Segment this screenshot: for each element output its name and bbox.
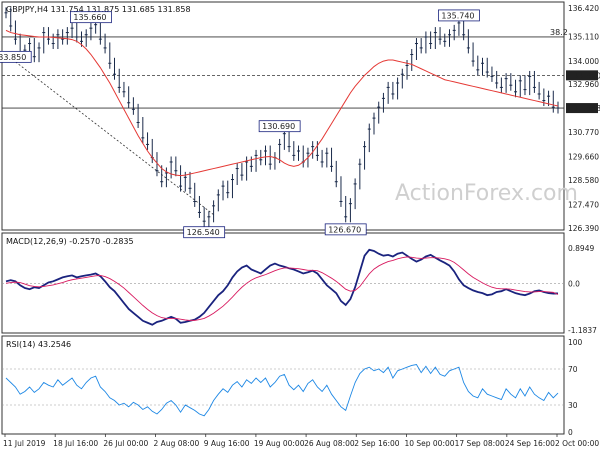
price-y-tick: 127.470: [568, 200, 599, 209]
x-tick-label: 18 Jul 16:00: [53, 439, 98, 448]
macd-series-macd: [5, 248, 559, 326]
x-tick-label: 10 Sep 00:00: [404, 439, 454, 448]
resistance-label: 133.350: [568, 71, 600, 80]
price-annotation: 135.740: [441, 11, 474, 20]
trendline: [5, 54, 214, 215]
rsi-panel-title: RSI(14) 43.2546: [6, 340, 71, 349]
price-y-tick: 134.000: [568, 57, 599, 66]
price-y-tick: 135.110: [568, 33, 599, 42]
macd-y-tick: 0.8949: [568, 244, 594, 253]
price-annotation: 126.670: [328, 225, 361, 234]
x-tick-label: 17 Sep 08:00: [455, 439, 505, 448]
x-tick-label: 11 Jul 2019: [3, 439, 46, 448]
x-tick-label: 2 Oct 00:00: [555, 439, 599, 448]
macd-layer: [2, 248, 564, 326]
rsi-y-tick: 70: [568, 365, 578, 374]
x-tick-label: 9 Aug 16:00: [204, 439, 250, 448]
macd-panel-title: MACD(12,26,9) -0.2570 -0.2835: [6, 237, 134, 246]
price-y-tick: 128.580: [568, 176, 599, 185]
x-tick-label: 2 Aug 08:00: [154, 439, 200, 448]
fib-label: 38.2: [550, 28, 568, 37]
price-y-tick: 129.660: [568, 152, 599, 161]
price-annotation: 126.540: [187, 228, 220, 237]
chart-svg: ActionForex.com GBPJPY,H4 131.754 131.87…: [0, 1, 600, 448]
chart-root: ActionForex.com GBPJPY,H4 131.754 131.87…: [0, 0, 600, 450]
rsi-panel-frame: [1, 335, 565, 435]
moving-average-line: [5, 29, 559, 177]
x-tick-label: 26 Aug 08:00: [304, 439, 355, 448]
price-annotation: 130.690: [262, 122, 295, 131]
x-tick-label: 19 Aug 00:00: [254, 439, 305, 448]
x-tick-label: 2 Sep 16:00: [354, 439, 400, 448]
rsi-y-tick: 100: [568, 338, 583, 347]
price-y-tick: 126.390: [568, 224, 599, 233]
axis-layer: 136.420 135.110 134.000 132.960 131.858 130.7…: [3, 4, 600, 448]
rsi-y-tick: 0: [568, 428, 573, 437]
price-annotation: 135.660: [73, 13, 106, 22]
macd-panel-frame: [1, 232, 565, 334]
macd-y-tick: 0.0: [568, 279, 580, 288]
price-y-tick: 130.770: [568, 128, 599, 137]
x-tick-label: 26 Jul 00:00: [103, 439, 148, 448]
price-y-tick: 136.420: [568, 4, 599, 13]
rsi-layer: [2, 363, 564, 417]
x-tick-label: 24 Sep 16:00: [505, 439, 555, 448]
macd-y-tick: -1.1837: [568, 326, 597, 335]
rsi-series-line: [5, 363, 559, 417]
last-price-label: 131.858: [568, 104, 600, 113]
rsi-y-tick: 30: [568, 401, 578, 410]
price-annotation: 133.850: [0, 53, 26, 62]
price-y-tick: 132.960: [568, 80, 599, 89]
watermark: ActionForex.com: [395, 181, 578, 206]
